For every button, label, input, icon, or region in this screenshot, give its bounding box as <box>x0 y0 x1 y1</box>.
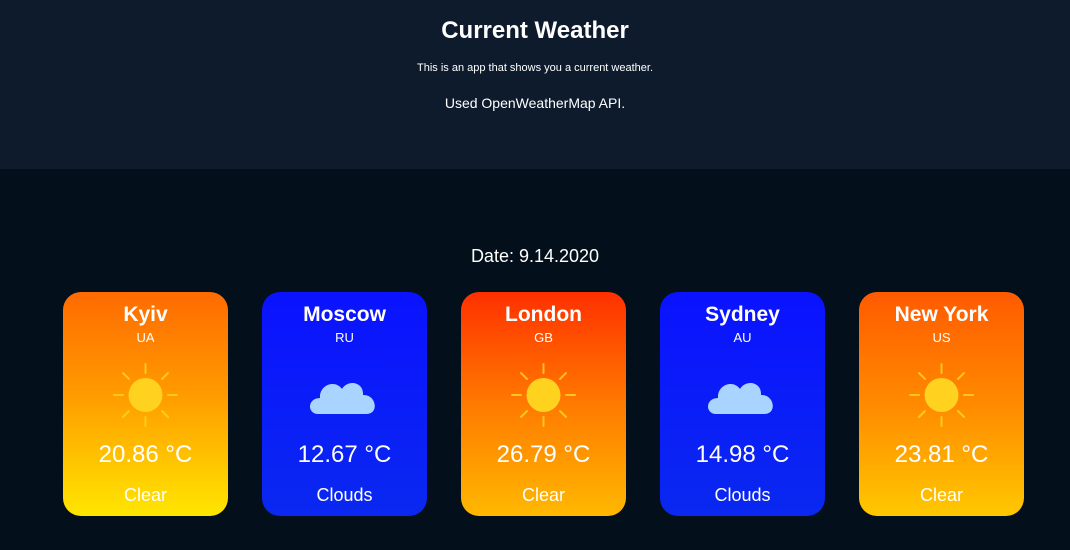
weather-section: Date: 9.14.2020 Kyiv UA 20.86 °C Clear M… <box>0 169 1070 550</box>
country-code: RU <box>335 330 354 345</box>
weather-description: Clear <box>123 485 167 505</box>
city-name: Moscow <box>303 303 386 326</box>
weather-description: Clear <box>919 485 963 505</box>
sun-icon <box>909 363 974 427</box>
api-note: Used OpenWeatherMap API. <box>444 95 626 111</box>
weather-card-kyiv[interactable]: Kyiv UA 20.86 °C Clear <box>63 292 228 516</box>
weather-card-sydney[interactable]: Sydney AU 14.98 °C Clouds <box>660 292 825 516</box>
country-code: AU <box>733 330 752 345</box>
sun-icon <box>511 363 576 427</box>
temperature: 12.67 °C <box>297 441 392 468</box>
cloud-icon <box>309 383 375 414</box>
temperature: 23.81 °C <box>894 441 989 468</box>
temperature: 20.86 °C <box>98 441 193 468</box>
sun-icon <box>113 363 178 427</box>
temperature: 26.79 °C <box>496 441 591 468</box>
cloud-icon <box>707 383 773 414</box>
weather-card-moscow[interactable]: Moscow RU 12.67 °C Clouds <box>262 292 427 516</box>
weather-description: Clear <box>521 485 565 505</box>
weather-description: Clouds <box>714 485 771 505</box>
app-header: Current Weather This is an app that show… <box>0 0 1070 169</box>
country-code: US <box>932 330 951 345</box>
country-code: GB <box>534 330 553 345</box>
date-label: Date: 9.14.2020 <box>470 246 600 266</box>
city-name: Kyiv <box>123 303 168 326</box>
temperature: 14.98 °C <box>695 441 790 468</box>
weather-card-london[interactable]: London GB 26.79 °C Clear <box>461 292 626 516</box>
city-name: London <box>505 303 582 326</box>
city-name: Sydney <box>705 303 780 326</box>
weather-description: Clouds <box>316 485 373 505</box>
country-code: UA <box>136 330 155 345</box>
weather-card-new-york[interactable]: New York US 23.81 °C Clear <box>859 292 1024 516</box>
city-name: New York <box>894 303 989 326</box>
app-description: This is an app that shows you a current … <box>416 62 654 74</box>
page-title: Current Weather <box>441 17 629 44</box>
weather-card-list: Kyiv UA 20.86 °C Clear Moscow RU 12.67 °… <box>63 292 1025 516</box>
